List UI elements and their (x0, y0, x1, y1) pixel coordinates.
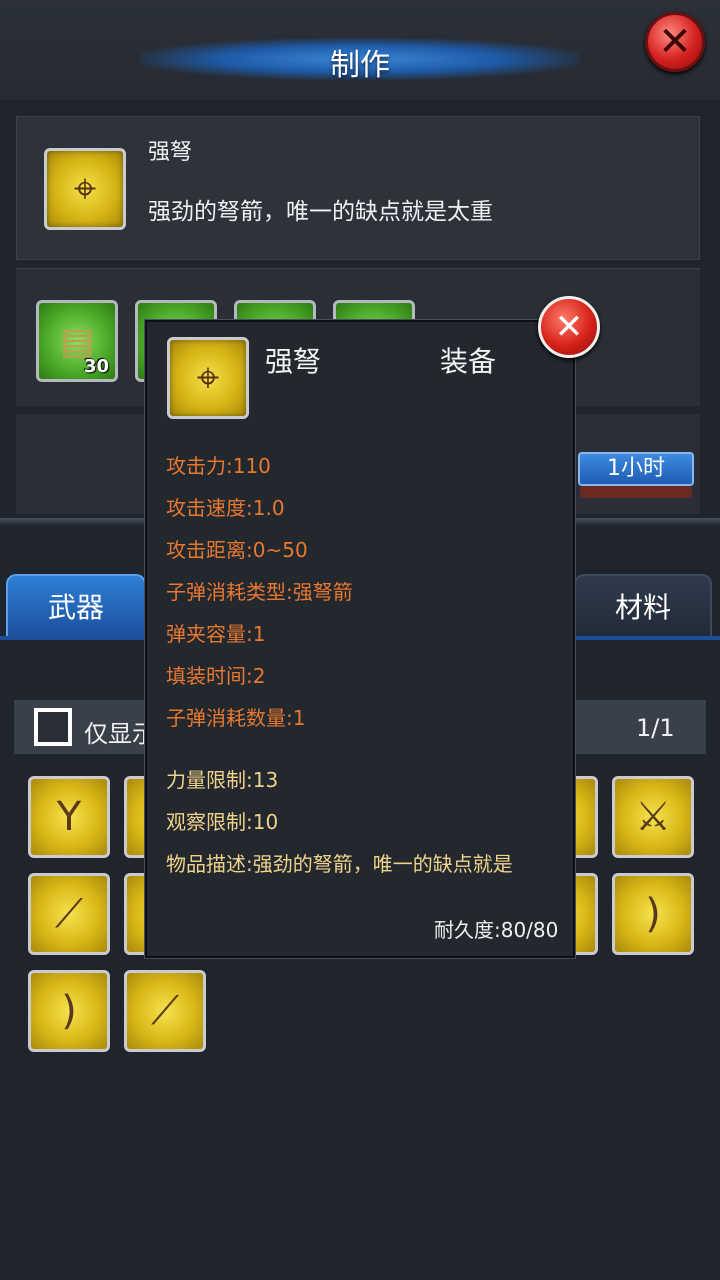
recipe-name: 强弩 (148, 140, 193, 165)
craft-progress-bar (580, 486, 692, 498)
show-only-checkbox[interactable] (34, 708, 72, 746)
req-strength: 力量限制:13 (166, 768, 279, 792)
slingshot-icon[interactable]: Y (28, 776, 110, 858)
crossbow-icon[interactable]: ⌖ (44, 148, 126, 230)
sword-icon[interactable]: ⚔ (612, 776, 694, 858)
tab-material[interactable]: 材料 (574, 574, 712, 638)
close-button[interactable]: ✕ (645, 12, 705, 72)
close-icon: ✕ (554, 307, 584, 347)
item-description: 物品描述:强劲的弩箭，唯一的缺点就是 (166, 852, 513, 876)
page-indicator: 1/1 (636, 714, 675, 742)
popup-close-button[interactable]: ✕ (538, 296, 600, 358)
stat-attack: 攻击力:110 (166, 454, 271, 478)
material-slot-1[interactable]: ▤ 30 (36, 300, 118, 382)
stat-reload-time: 填装时间:2 (166, 664, 266, 688)
stat-attack-speed: 攻击速度:1.0 (166, 496, 285, 520)
popup-item-type: 装备 (440, 345, 497, 378)
durability: 耐久度:80/80 (434, 918, 559, 942)
page-title: 制作 (330, 48, 390, 83)
bow-icon[interactable]: ) (612, 873, 694, 955)
tab-weapon[interactable]: 武器 (6, 574, 146, 638)
stat-ammo-cost: 子弹消耗数量:1 (166, 706, 306, 730)
stat-attack-range: 攻击距离:0~50 (166, 538, 308, 562)
bow-icon[interactable]: ) (28, 970, 110, 1052)
stat-magazine: 弹夹容量:1 (166, 622, 266, 646)
popup-item-name: 强弩 (265, 345, 322, 378)
bat-icon[interactable]: ⟋ (28, 873, 110, 955)
stick-icon[interactable]: ⟋ (124, 970, 206, 1052)
req-observation: 观察限制:10 (166, 810, 279, 834)
stat-ammo-type: 子弹消耗类型:强弩箭 (166, 580, 353, 604)
close-icon: ✕ (658, 19, 692, 65)
craft-time-button[interactable]: 1小时 (578, 452, 694, 486)
crossbow-icon: ⌖ (167, 337, 249, 419)
recipe-description: 强劲的弩箭，唯一的缺点就是太重 (148, 199, 493, 225)
material-count: 30 (83, 356, 109, 377)
